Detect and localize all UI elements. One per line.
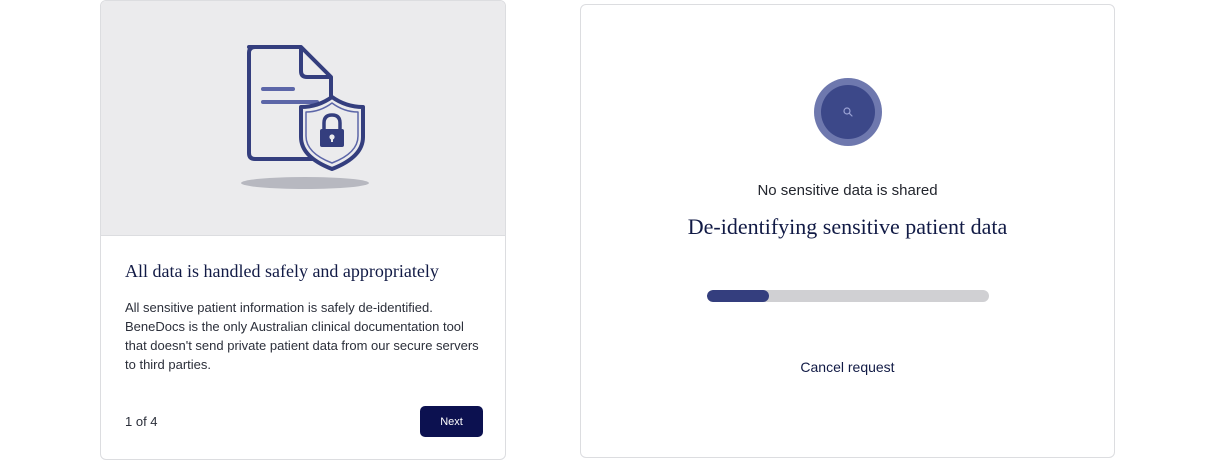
card-title: All data is handled safely and appropria… [125, 261, 439, 281]
progress-bar [707, 290, 989, 302]
search-icon [843, 107, 853, 117]
document-shield-lock-icon [241, 45, 369, 189]
next-button[interactable]: Next [420, 406, 483, 437]
pager-indicator: 1 of 4 [125, 414, 158, 429]
status-subtitle: No sensitive data is shared [757, 182, 938, 199]
illustration-area [101, 1, 505, 236]
loading-spinner [814, 78, 882, 146]
onboarding-card: All data is handled safely and appropria… [100, 0, 506, 460]
card-description: All sensitive patient information is saf… [125, 300, 479, 372]
spinner-core [821, 85, 875, 139]
progress-bar-fill [707, 290, 770, 302]
status-title: De-identifying sensitive patient data [687, 214, 1008, 239]
cancel-request-link[interactable]: Cancel request [581, 359, 1114, 375]
deidentify-progress-card: No sensitive data is shared De-identifyi… [580, 4, 1115, 458]
app-stage: All data is handled safely and appropria… [0, 0, 1216, 462]
